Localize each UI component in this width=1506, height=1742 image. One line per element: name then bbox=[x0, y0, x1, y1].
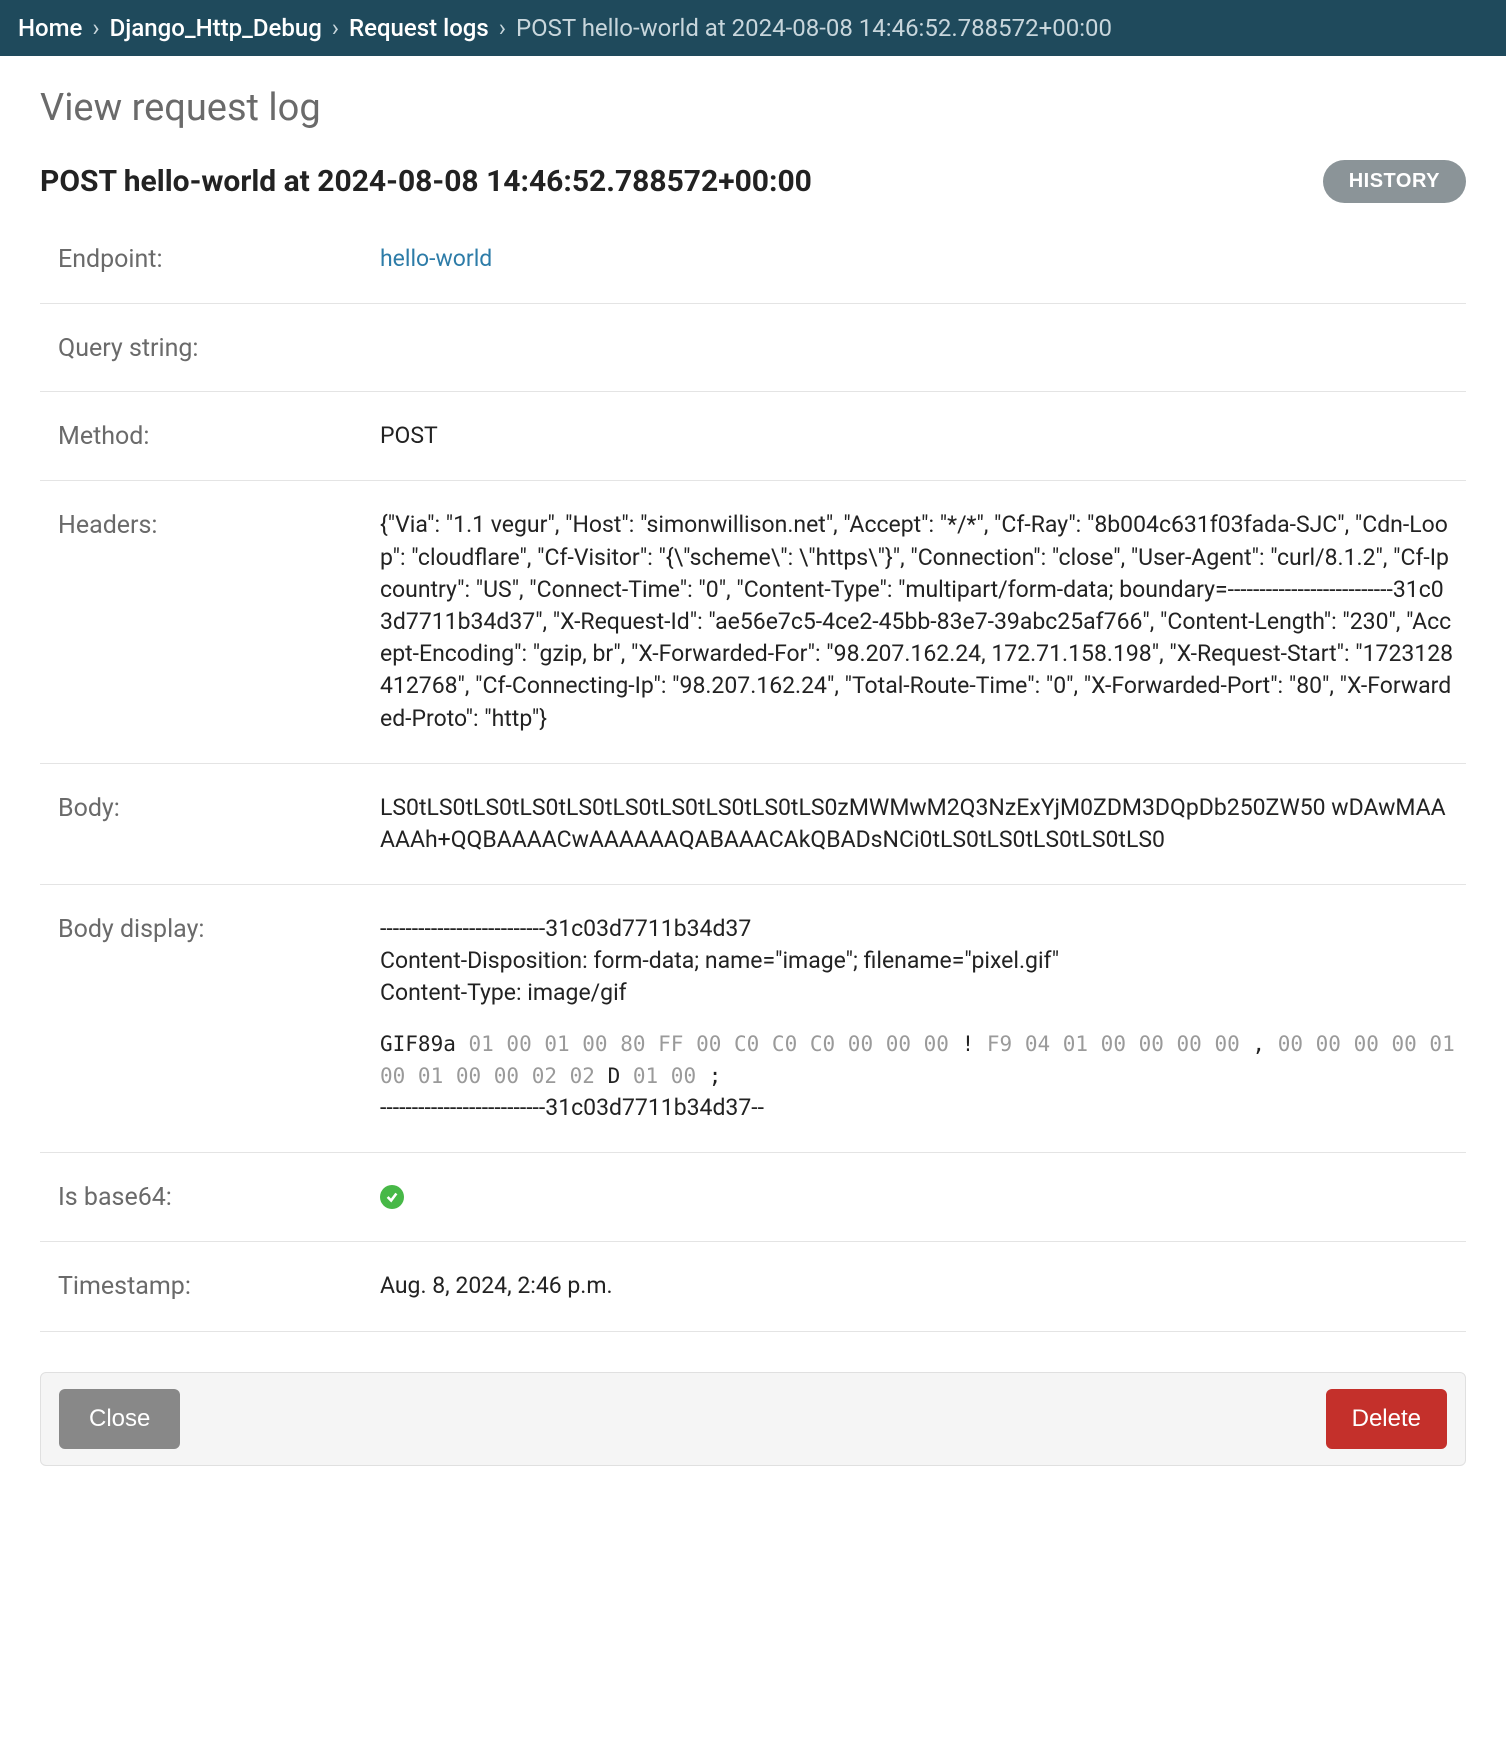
field-value-method: POST bbox=[380, 420, 1466, 452]
action-bar: Close Delete bbox=[40, 1372, 1466, 1466]
hex-bytes: 01 00 bbox=[620, 1064, 709, 1088]
field-label: Endpoint: bbox=[40, 243, 380, 274]
field-value-headers: {"Via": "1.1 vegur", "Host": "simonwilli… bbox=[380, 509, 1466, 734]
endpoint-link[interactable]: hello-world bbox=[380, 245, 492, 272]
history-button[interactable]: HISTORY bbox=[1323, 160, 1466, 203]
delete-button[interactable]: Delete bbox=[1326, 1389, 1447, 1449]
field-label: Body: bbox=[40, 792, 380, 823]
close-button[interactable]: Close bbox=[59, 1389, 180, 1449]
field-list: Endpoint: hello-world Query string: Meth… bbox=[40, 225, 1466, 1332]
breadcrumb-current: POST hello-world at 2024-08-08 14:46:52.… bbox=[516, 14, 1112, 42]
hex-bytes: 01 00 01 00 80 FF 00 C0 C0 C0 00 00 00 bbox=[456, 1032, 962, 1056]
field-row-body: Body: LS0tLS0tLS0tLS0tLS0tLS0tLS0tLS0tLS… bbox=[40, 764, 1466, 885]
breadcrumb-home-link[interactable]: Home bbox=[18, 14, 82, 42]
breadcrumb: Home › Django_Http_Debug › Request logs … bbox=[0, 0, 1506, 56]
gif-literal-comma: , bbox=[1252, 1032, 1265, 1056]
gif-literal-semicolon: ; bbox=[709, 1064, 722, 1088]
field-row-timestamp: Timestamp: Aug. 8, 2024, 2:46 p.m. bbox=[40, 1242, 1466, 1331]
breadcrumb-model-link[interactable]: Request logs bbox=[349, 14, 489, 42]
field-row-headers: Headers: {"Via": "1.1 vegur", "Host": "s… bbox=[40, 481, 1466, 763]
object-title: POST hello-world at 2024-08-08 14:46:52.… bbox=[40, 164, 812, 199]
field-value-body: LS0tLS0tLS0tLS0tLS0tLS0tLS0tLS0tLS0tLS0z… bbox=[380, 792, 1466, 856]
breadcrumb-separator: › bbox=[92, 14, 99, 42]
field-label: Query string: bbox=[40, 332, 380, 363]
multipart-content-disposition: Content-Disposition: form-data; name="im… bbox=[380, 945, 1456, 977]
field-value-timestamp: Aug. 8, 2024, 2:46 p.m. bbox=[380, 1270, 1466, 1302]
field-label: Is base64: bbox=[40, 1181, 380, 1212]
field-label: Headers: bbox=[40, 509, 380, 540]
breadcrumb-app-link[interactable]: Django_Http_Debug bbox=[110, 14, 322, 42]
multipart-content-type: Content-Type: image/gif bbox=[380, 977, 1456, 1009]
field-value-is-base64 bbox=[380, 1181, 1466, 1213]
field-label: Body display: bbox=[40, 913, 380, 944]
field-row-endpoint: Endpoint: hello-world bbox=[40, 225, 1466, 304]
multipart-boundary-close: --------------------------31c03d7711b34d… bbox=[380, 1092, 1456, 1124]
page-title: View request log bbox=[40, 86, 1466, 130]
field-value-body-display: --------------------------31c03d7711b34d… bbox=[380, 913, 1466, 1124]
field-label: Method: bbox=[40, 420, 380, 451]
hex-bytes: F9 04 01 00 00 00 00 bbox=[974, 1032, 1252, 1056]
gif-literal-d: D bbox=[608, 1064, 621, 1088]
field-row-method: Method: POST bbox=[40, 392, 1466, 481]
field-label: Timestamp: bbox=[40, 1270, 380, 1301]
field-value-endpoint: hello-world bbox=[380, 243, 1466, 275]
check-circle-icon bbox=[380, 1185, 404, 1209]
field-row-is-base64: Is base64: bbox=[40, 1153, 1466, 1242]
multipart-boundary-open: --------------------------31c03d7711b34d… bbox=[380, 913, 1456, 945]
gif-literal-bang: ! bbox=[962, 1032, 975, 1056]
breadcrumb-separator: › bbox=[332, 14, 339, 42]
breadcrumb-separator: › bbox=[499, 14, 506, 42]
field-row-query-string: Query string: bbox=[40, 304, 1466, 392]
gif-signature: GIF89a bbox=[380, 1032, 456, 1056]
field-row-body-display: Body display: --------------------------… bbox=[40, 885, 1466, 1153]
